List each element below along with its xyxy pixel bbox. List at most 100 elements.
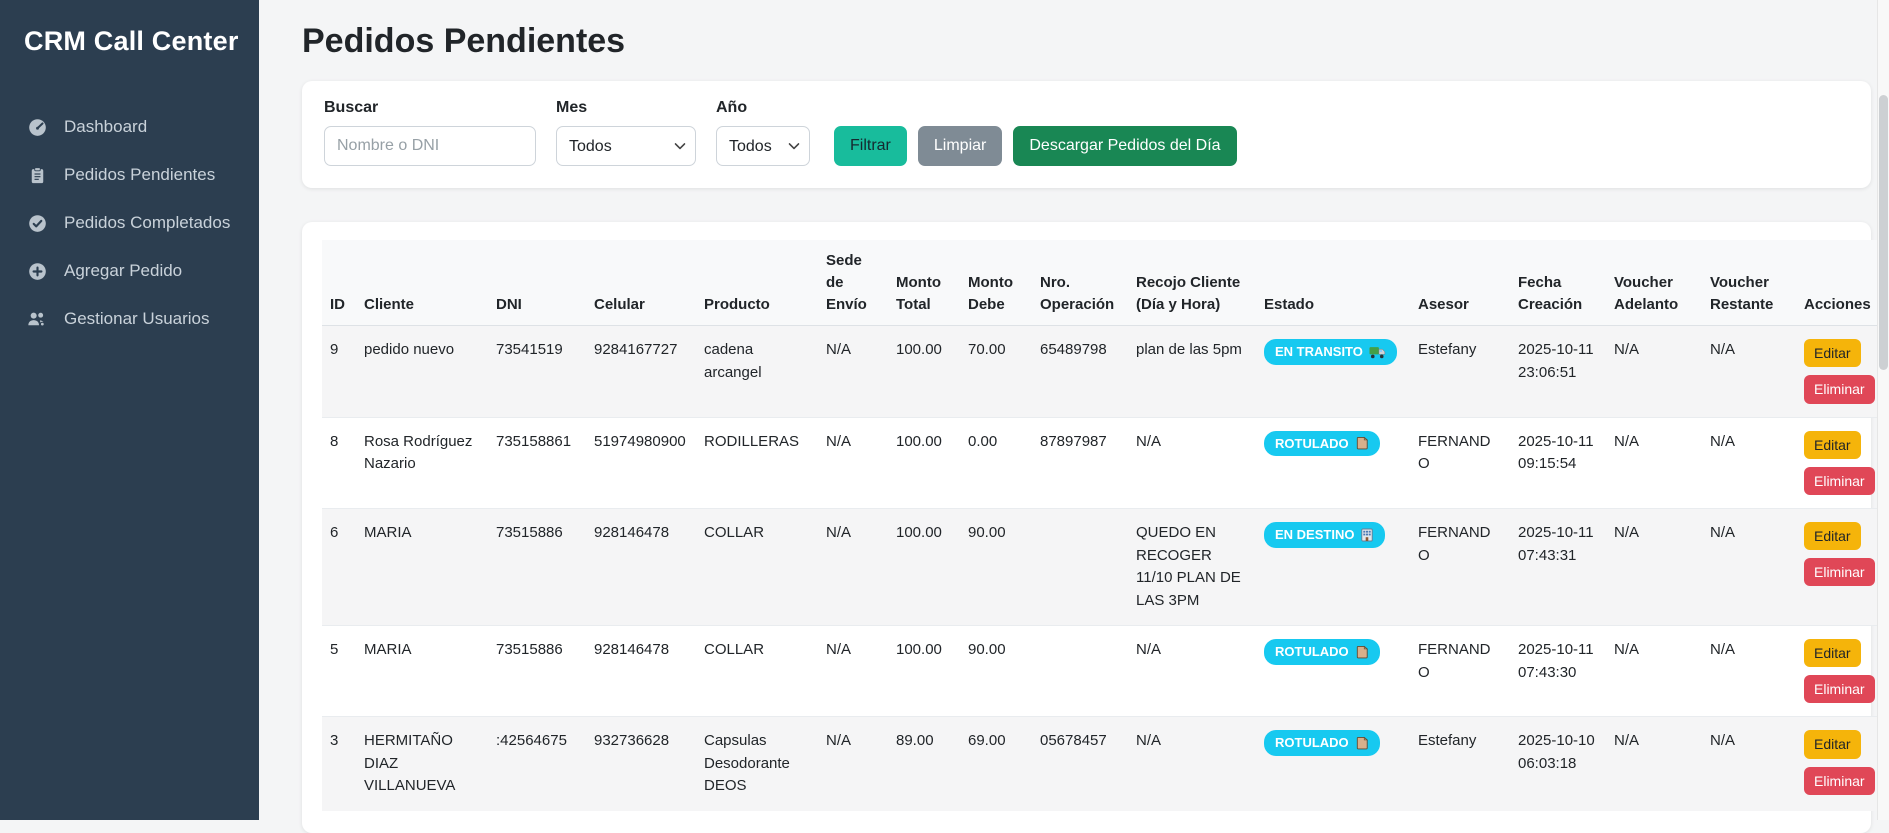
truck-icon [1369,346,1386,359]
column-header: DNI [488,240,586,326]
cell-monto_debe: 69.00 [960,717,1032,811]
filter-button[interactable]: Filtrar [834,126,907,166]
sidebar-item-agregar-pedido[interactable]: Agregar Pedido [0,247,259,295]
cell-fecha: 2025-10-11 07:43:31 [1510,509,1606,626]
month-select[interactable]: Todos [556,126,696,166]
cell-voucher_adelanto: N/A [1606,626,1702,717]
cell-cliente: MARIA [356,509,488,626]
cell-asesor: FERNANDO [1410,509,1510,626]
sidebar-item-gestionar-usuarios[interactable]: Gestionar Usuarios [0,295,259,343]
cell-voucher_restante: N/A [1702,417,1796,508]
status-badge: EN DESTINO [1264,522,1385,548]
status-badge: ROTULADO [1264,730,1380,756]
building-icon [1360,528,1374,542]
cell-celular: 51974980900 [586,417,696,508]
column-header: Estado [1256,240,1410,326]
package-icon [1355,436,1369,450]
package-icon [1355,645,1369,659]
year-label: Año [716,99,810,117]
delete-button[interactable]: Eliminar [1804,375,1875,403]
clear-button[interactable]: Limpiar [918,126,1002,166]
cell-producto: cadena arcangel [696,326,818,417]
status-badge: ROTULADO [1264,431,1380,457]
sidebar-item-label: Pedidos Pendientes [64,165,215,185]
delete-button[interactable]: Eliminar [1804,467,1875,495]
delete-button[interactable]: Eliminar [1804,558,1875,586]
cell-asesor: FERNANDO [1410,417,1510,508]
clipboard-icon [27,165,47,185]
table-row: 6MARIA73515886928146478COLLARN/A100.0090… [322,509,1889,626]
cell-estado: ROTULADO [1256,717,1410,811]
edit-button[interactable]: Editar [1804,431,1861,459]
scrollbar-thumb[interactable] [1879,95,1888,370]
cell-voucher_adelanto: N/A [1606,509,1702,626]
search-input[interactable] [324,126,536,166]
column-header: Monto Total [888,240,960,326]
main-content: Pedidos Pendientes Buscar Mes Todos Año … [259,0,1877,820]
column-header: Celular [586,240,696,326]
cell-producto: RODILLERAS [696,417,818,508]
cell-celular: 9284167727 [586,326,696,417]
download-orders-button[interactable]: Descargar Pedidos del Día [1013,126,1236,166]
sidebar-item-label: Pedidos Completados [64,213,230,233]
cell-monto_debe: 90.00 [960,509,1032,626]
cell-cliente: pedido nuevo [356,326,488,417]
cell-nro_operacion: 05678457 [1032,717,1128,811]
cell-nro_operacion [1032,626,1128,717]
dashboard-gauge-icon [27,117,47,137]
edit-button[interactable]: Editar [1804,522,1861,550]
cell-estado: ROTULADO [1256,626,1410,717]
cell-estado: EN TRANSITO [1256,326,1410,417]
cell-actions: Editar Eliminar [1796,509,1889,626]
cell-monto_total: 100.00 [888,326,960,417]
sidebar-item-label: Gestionar Usuarios [64,309,210,329]
year-select[interactable]: Todos [716,126,810,166]
cell-actions: Editar Eliminar [1796,717,1889,811]
table-row: 5MARIA73515886928146478COLLARN/A100.0090… [322,626,1889,717]
column-header: Fecha Creación [1510,240,1606,326]
column-header: Acciones [1796,240,1889,326]
edit-button[interactable]: Editar [1804,730,1861,758]
delete-button[interactable]: Eliminar [1804,767,1875,795]
edit-button[interactable]: Editar [1804,639,1861,667]
orders-table: IDClienteDNICelularProductoSede de Envío… [322,240,1889,811]
delete-button[interactable]: Eliminar [1804,675,1875,703]
sidebar-item-dashboard[interactable]: Dashboard [0,103,259,151]
column-header: Voucher Restante [1702,240,1796,326]
check-circle-icon [27,213,47,233]
cell-monto_total: 100.00 [888,509,960,626]
cell-monto_debe: 0.00 [960,417,1032,508]
cell-nro_operacion: 65489798 [1032,326,1128,417]
cell-fecha: 2025-10-11 23:06:51 [1510,326,1606,417]
sidebar-item-label: Dashboard [64,117,147,137]
plus-circle-icon [27,261,47,281]
cell-fecha: 2025-10-11 09:15:54 [1510,417,1606,508]
table-header-row: IDClienteDNICelularProductoSede de Envío… [322,240,1889,326]
cell-asesor: FERNANDO [1410,626,1510,717]
vertical-scrollbar[interactable] [1877,0,1889,820]
cell-fecha: 2025-10-11 07:43:30 [1510,626,1606,717]
cell-cliente: MARIA [356,626,488,717]
cell-id: 9 [322,326,356,417]
edit-button[interactable]: Editar [1804,339,1861,367]
sidebar-item-pedidos-pendientes[interactable]: Pedidos Pendientes [0,151,259,199]
cell-voucher_adelanto: N/A [1606,717,1702,811]
cell-recojo: N/A [1128,626,1256,717]
cell-cliente: HERMITAÑO DIAZ VILLANUEVA [356,717,488,811]
status-label: ROTULADO [1275,436,1349,452]
cell-celular: 928146478 [586,626,696,717]
column-header: Asesor [1410,240,1510,326]
column-header: Nro. Operación [1032,240,1128,326]
cell-recojo: N/A [1128,417,1256,508]
cell-actions: Editar Eliminar [1796,626,1889,717]
cell-id: 8 [322,417,356,508]
year-field-group: Año Todos [716,99,810,166]
cell-dni: 73541519 [488,326,586,417]
cell-dni: 735158861 [488,417,586,508]
month-label: Mes [556,99,696,117]
status-label: ROTULADO [1275,735,1349,751]
sidebar-item-label: Agregar Pedido [64,261,182,281]
cell-actions: Editar Eliminar [1796,326,1889,417]
sidebar-item-pedidos-completados[interactable]: Pedidos Completados [0,199,259,247]
cell-asesor: Estefany [1410,326,1510,417]
